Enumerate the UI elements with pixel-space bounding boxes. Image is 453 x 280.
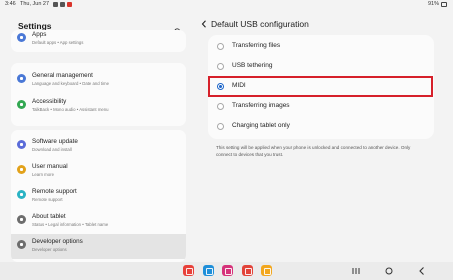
option-label: Transferring files: [232, 42, 281, 49]
settings-item-apps[interactable]: Apps Default apps • App settings: [11, 30, 186, 52]
support-icon: [17, 190, 26, 199]
item-subtitle: Learn more: [32, 172, 54, 177]
settings-card: Apps Default apps • App settings: [11, 30, 186, 52]
status-date: Thu, Jun 27: [20, 1, 50, 7]
settings-item-general-management[interactable]: General management Language and keyboard…: [11, 68, 186, 93]
option-label: USB tethering: [232, 62, 273, 69]
settings-item-user-manual[interactable]: User manual Learn more: [11, 159, 186, 184]
radio-button[interactable]: [217, 63, 224, 70]
status-time: 3:46: [5, 1, 16, 7]
settings-item-developer-options[interactable]: Developer options Developer options: [11, 234, 186, 259]
sliders-icon: [17, 74, 26, 83]
item-title: Software update: [32, 138, 78, 145]
usb-config-pane: Default USB configuration Transferring f…: [196, 9, 453, 262]
flow-app-icon[interactable]: [242, 265, 253, 276]
apps-icon: [17, 33, 26, 42]
item-title: Developer options: [32, 238, 83, 245]
settings-list-pane: Settings Apps Default apps • App setting…: [0, 9, 193, 262]
manual-icon: [17, 165, 26, 174]
notification-icon: [53, 1, 58, 7]
item-subtitle: Status • Legal information • Tablet name: [32, 222, 109, 227]
home-icon[interactable]: [384, 266, 394, 276]
settings-item-accessibility[interactable]: Accessibility TalkBack • Mono audio • As…: [11, 94, 186, 119]
item-title: General management: [32, 72, 93, 79]
info-icon: [17, 215, 26, 224]
page-title: Default USB configuration: [211, 19, 309, 29]
item-subtitle: Default apps • App settings: [32, 40, 84, 45]
item-title: Apps: [32, 31, 47, 38]
developer-icon: [17, 240, 26, 249]
back-arrow-icon[interactable]: [201, 20, 207, 28]
files-app-icon[interactable]: [261, 265, 272, 276]
battery-icon: [441, 1, 447, 7]
accessibility-icon: [17, 100, 26, 109]
settings-card: Software update Download and install Use…: [11, 130, 186, 262]
item-title: About tablet: [32, 213, 66, 220]
usb-info-text: This setting will be applied when your p…: [216, 145, 411, 158]
option-charging-tablet-only[interactable]: Charging tablet only: [208, 117, 434, 137]
back-icon[interactable]: [417, 266, 427, 276]
notes-app-icon[interactable]: [183, 265, 194, 276]
option-transferring-files[interactable]: Transferring files: [208, 37, 434, 57]
item-title: User manual: [32, 163, 68, 170]
option-usb-tethering[interactable]: USB tethering: [208, 57, 434, 77]
option-label: Charging tablet only: [232, 122, 290, 129]
notification-icon: [67, 1, 72, 7]
settings-item-about-tablet[interactable]: About tablet Status • Legal information …: [11, 209, 186, 234]
calendar-app-icon[interactable]: [203, 265, 214, 276]
item-subtitle: TalkBack • Mono audio • Assistant menu: [32, 107, 109, 112]
settings-item-remote-support[interactable]: Remote support Remote support: [11, 184, 186, 209]
notification-icon: [60, 1, 65, 7]
gallery-app-icon[interactable]: [222, 265, 233, 276]
item-subtitle: Developer options: [32, 247, 67, 252]
settings-item-software-update[interactable]: Software update Download and install: [11, 134, 186, 159]
recents-icon[interactable]: [351, 266, 361, 276]
battery-level: 91%: [427, 1, 439, 7]
item-subtitle: Remote support: [32, 197, 63, 202]
item-subtitle: Language and keyboard • Date and time: [32, 81, 109, 86]
radio-button[interactable]: [217, 103, 224, 110]
item-title: Accessibility: [32, 98, 67, 105]
item-title: Remote support: [32, 188, 77, 195]
status-bar: 3:46 Thu, Jun 27 91%: [0, 0, 453, 9]
radio-button[interactable]: [217, 43, 224, 50]
item-subtitle: Download and install: [32, 147, 72, 152]
option-transferring-images[interactable]: Transferring images: [208, 97, 434, 117]
settings-card: General management Language and keyboard…: [11, 63, 186, 126]
navigation-bar: [0, 262, 453, 280]
selection-highlight-box: [208, 76, 433, 97]
option-label: Transferring images: [232, 102, 290, 109]
update-icon: [17, 140, 26, 149]
radio-button[interactable]: [217, 123, 224, 130]
